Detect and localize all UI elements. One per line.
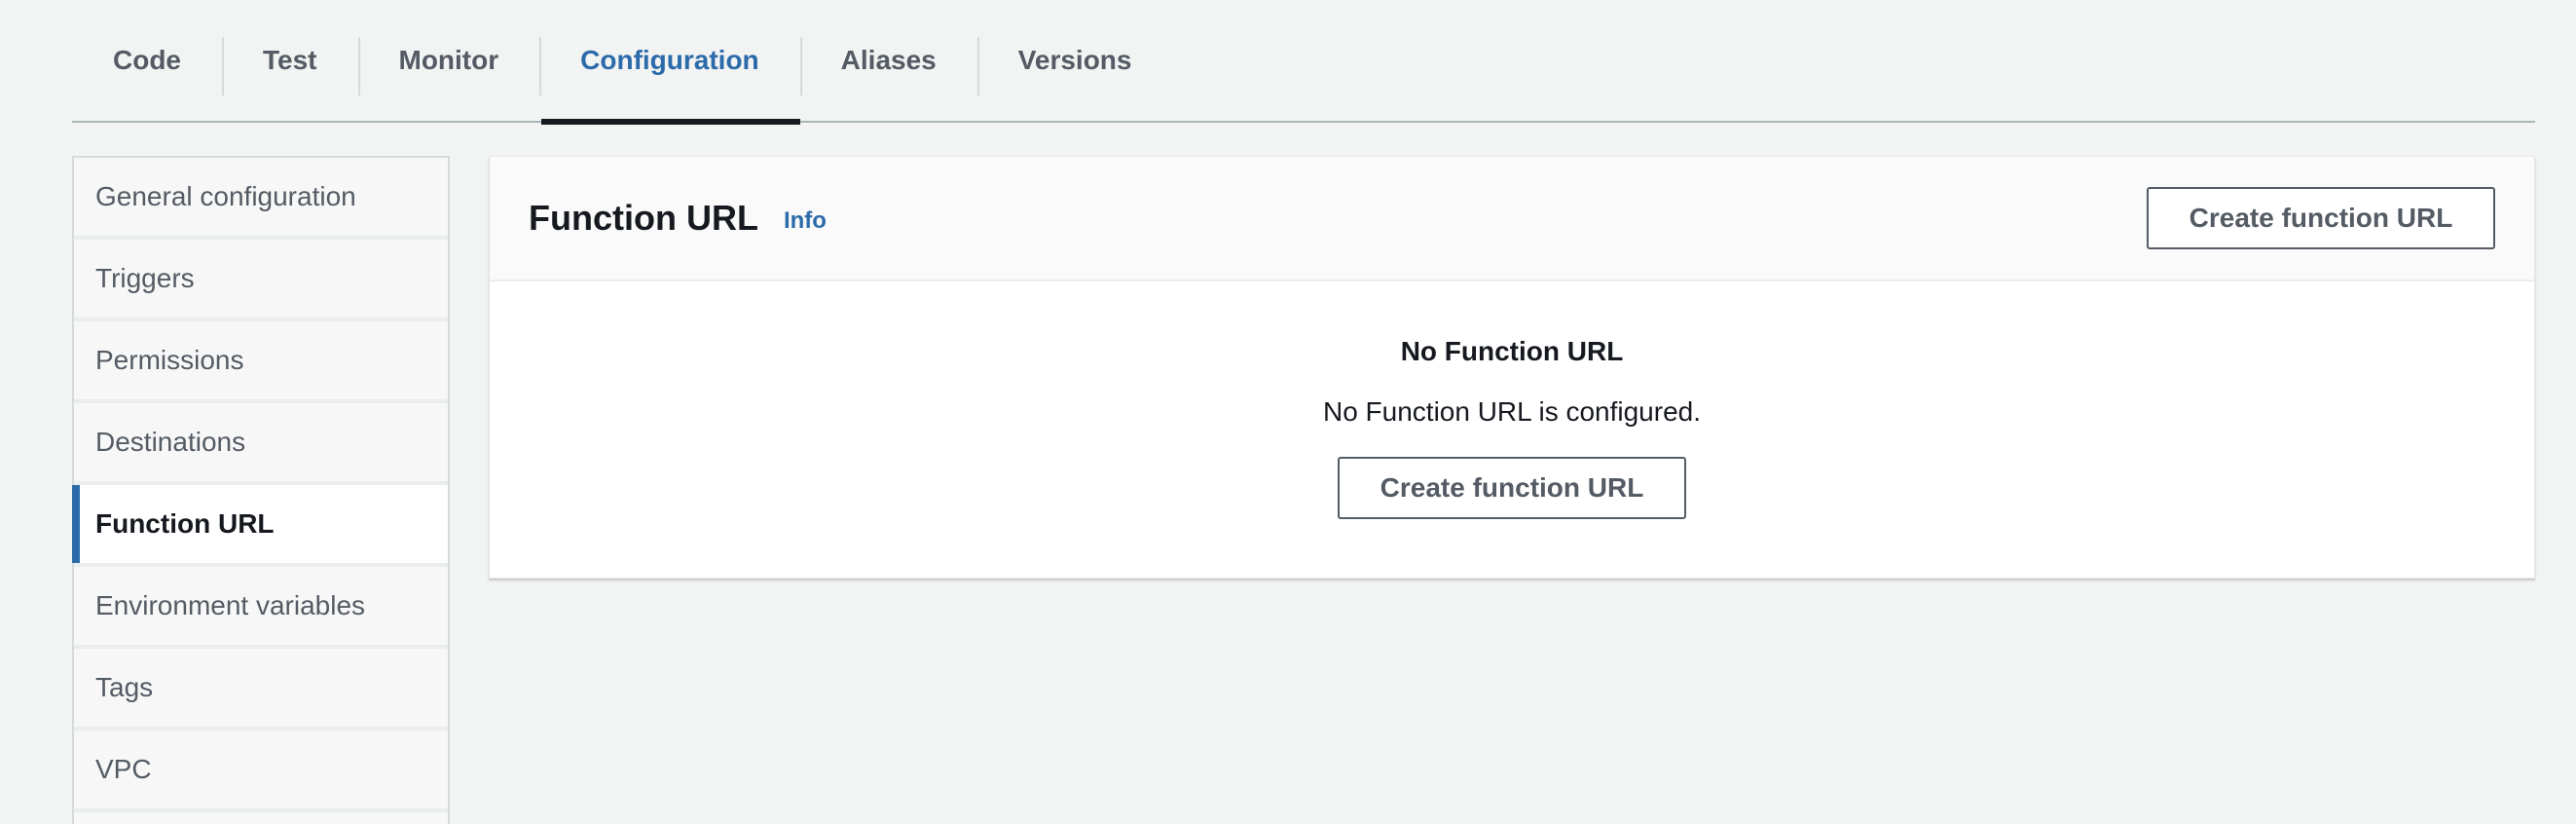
- empty-state-description: No Function URL is configured.: [1322, 396, 1702, 427]
- panel-title: Function URL: [529, 198, 758, 238]
- sidebar-item-general-configuration[interactable]: General configuration: [74, 158, 448, 240]
- create-function-url-button[interactable]: Create function URL: [2147, 187, 2495, 249]
- tab-test[interactable]: Test: [222, 0, 358, 121]
- tab-configuration[interactable]: Configuration: [539, 0, 800, 125]
- tab-label: Test: [263, 45, 317, 75]
- empty-state-title: No Function URL: [1400, 336, 1624, 366]
- function-tabs: Code Test Monitor Configuration Aliases …: [72, 0, 2535, 125]
- tab-label: Code: [113, 45, 181, 75]
- function-url-panel: Function URL Info Create function URL No…: [489, 156, 2535, 579]
- tab-list: Code Test Monitor Configuration Aliases …: [72, 0, 2535, 125]
- empty-state-create-function-url-button[interactable]: Create function URL: [1338, 457, 1686, 519]
- tab-monitor[interactable]: Monitor: [357, 0, 540, 121]
- panel-header: Function URL Info Create function URL: [490, 157, 2534, 281]
- tab-label: Versions: [1017, 45, 1132, 75]
- info-link[interactable]: Info: [784, 207, 827, 235]
- tab-label: Configuration: [580, 45, 759, 75]
- sidebar-item-function-url[interactable]: Function URL: [72, 485, 448, 567]
- tab-label: Monitor: [398, 45, 499, 75]
- sidebar-item-environment-variables[interactable]: Environment variables: [74, 567, 448, 649]
- tab-versions[interactable]: Versions: [976, 0, 1173, 121]
- sidebar-item-permissions[interactable]: Permissions: [74, 321, 448, 403]
- sidebar-item-triggers[interactable]: Triggers: [74, 240, 448, 321]
- empty-state: No Function URL No Function URL is confi…: [490, 336, 2534, 519]
- lambda-function-page: Code Test Monitor Configuration Aliases …: [0, 0, 2576, 824]
- tab-code[interactable]: Code: [72, 0, 222, 121]
- tab-label: Aliases: [840, 45, 937, 75]
- configuration-sidebar: General configuration Triggers Permissio…: [72, 156, 450, 824]
- tab-aliases[interactable]: Aliases: [799, 0, 977, 121]
- sidebar-item-tags[interactable]: Tags: [74, 649, 448, 730]
- sidebar-item-destinations[interactable]: Destinations: [74, 403, 448, 485]
- sidebar-item-vpc[interactable]: VPC: [74, 730, 448, 812]
